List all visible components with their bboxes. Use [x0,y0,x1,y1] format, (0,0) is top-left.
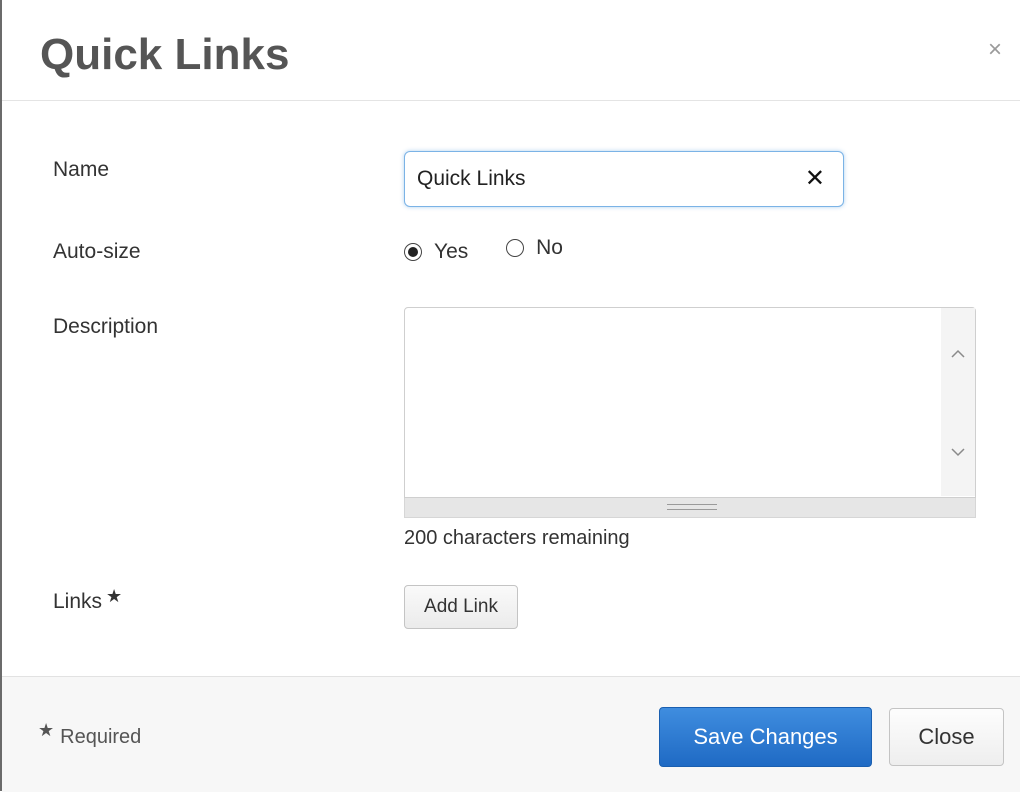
autosize-no-radio[interactable]: No [506,236,563,260]
description-field [404,307,976,519]
name-input[interactable] [417,152,787,206]
radio-button-icon[interactable] [404,243,422,261]
characters-remaining: 200 characters remaining [404,527,630,549]
name-field: ✕ [404,151,844,207]
dialog-title: Quick Links [40,30,290,79]
autosize-label: Auto-size [53,240,141,263]
scroll-down-icon[interactable] [950,444,966,460]
autosize-yes-label: Yes [434,240,469,263]
autosize-radio-group: Yes No [404,236,595,264]
required-star-icon: ★ [106,586,123,606]
window-left-border [0,0,2,791]
resize-grip-icon [667,504,717,510]
links-label: Links ★ [53,586,122,614]
textarea-resize-handle[interactable] [404,498,976,518]
clear-input-icon[interactable]: ✕ [805,165,825,193]
dialog-footer: ★ Required Save Changes Close [2,676,1020,792]
name-label: Name [53,158,110,181]
required-star-icon: ★ [38,720,55,740]
radio-selected-dot [408,247,418,257]
autosize-yes-radio[interactable]: Yes [404,240,468,264]
add-link-button[interactable]: Add Link [404,585,518,629]
required-note: ★ Required [38,720,142,749]
close-button[interactable]: Close [889,708,1004,766]
links-label-text: Links [53,590,103,613]
required-text: Required [60,726,142,748]
autosize-no-label: No [536,236,563,259]
description-label: Description [53,315,159,338]
scroll-up-icon[interactable] [950,346,966,362]
dialog-header: Quick Links × [2,0,1020,101]
save-changes-button[interactable]: Save Changes [659,707,872,767]
radio-button-icon[interactable] [506,239,525,257]
close-icon[interactable]: × [988,36,1002,64]
description-scrollbar[interactable] [941,308,975,496]
description-textarea[interactable] [404,307,976,498]
